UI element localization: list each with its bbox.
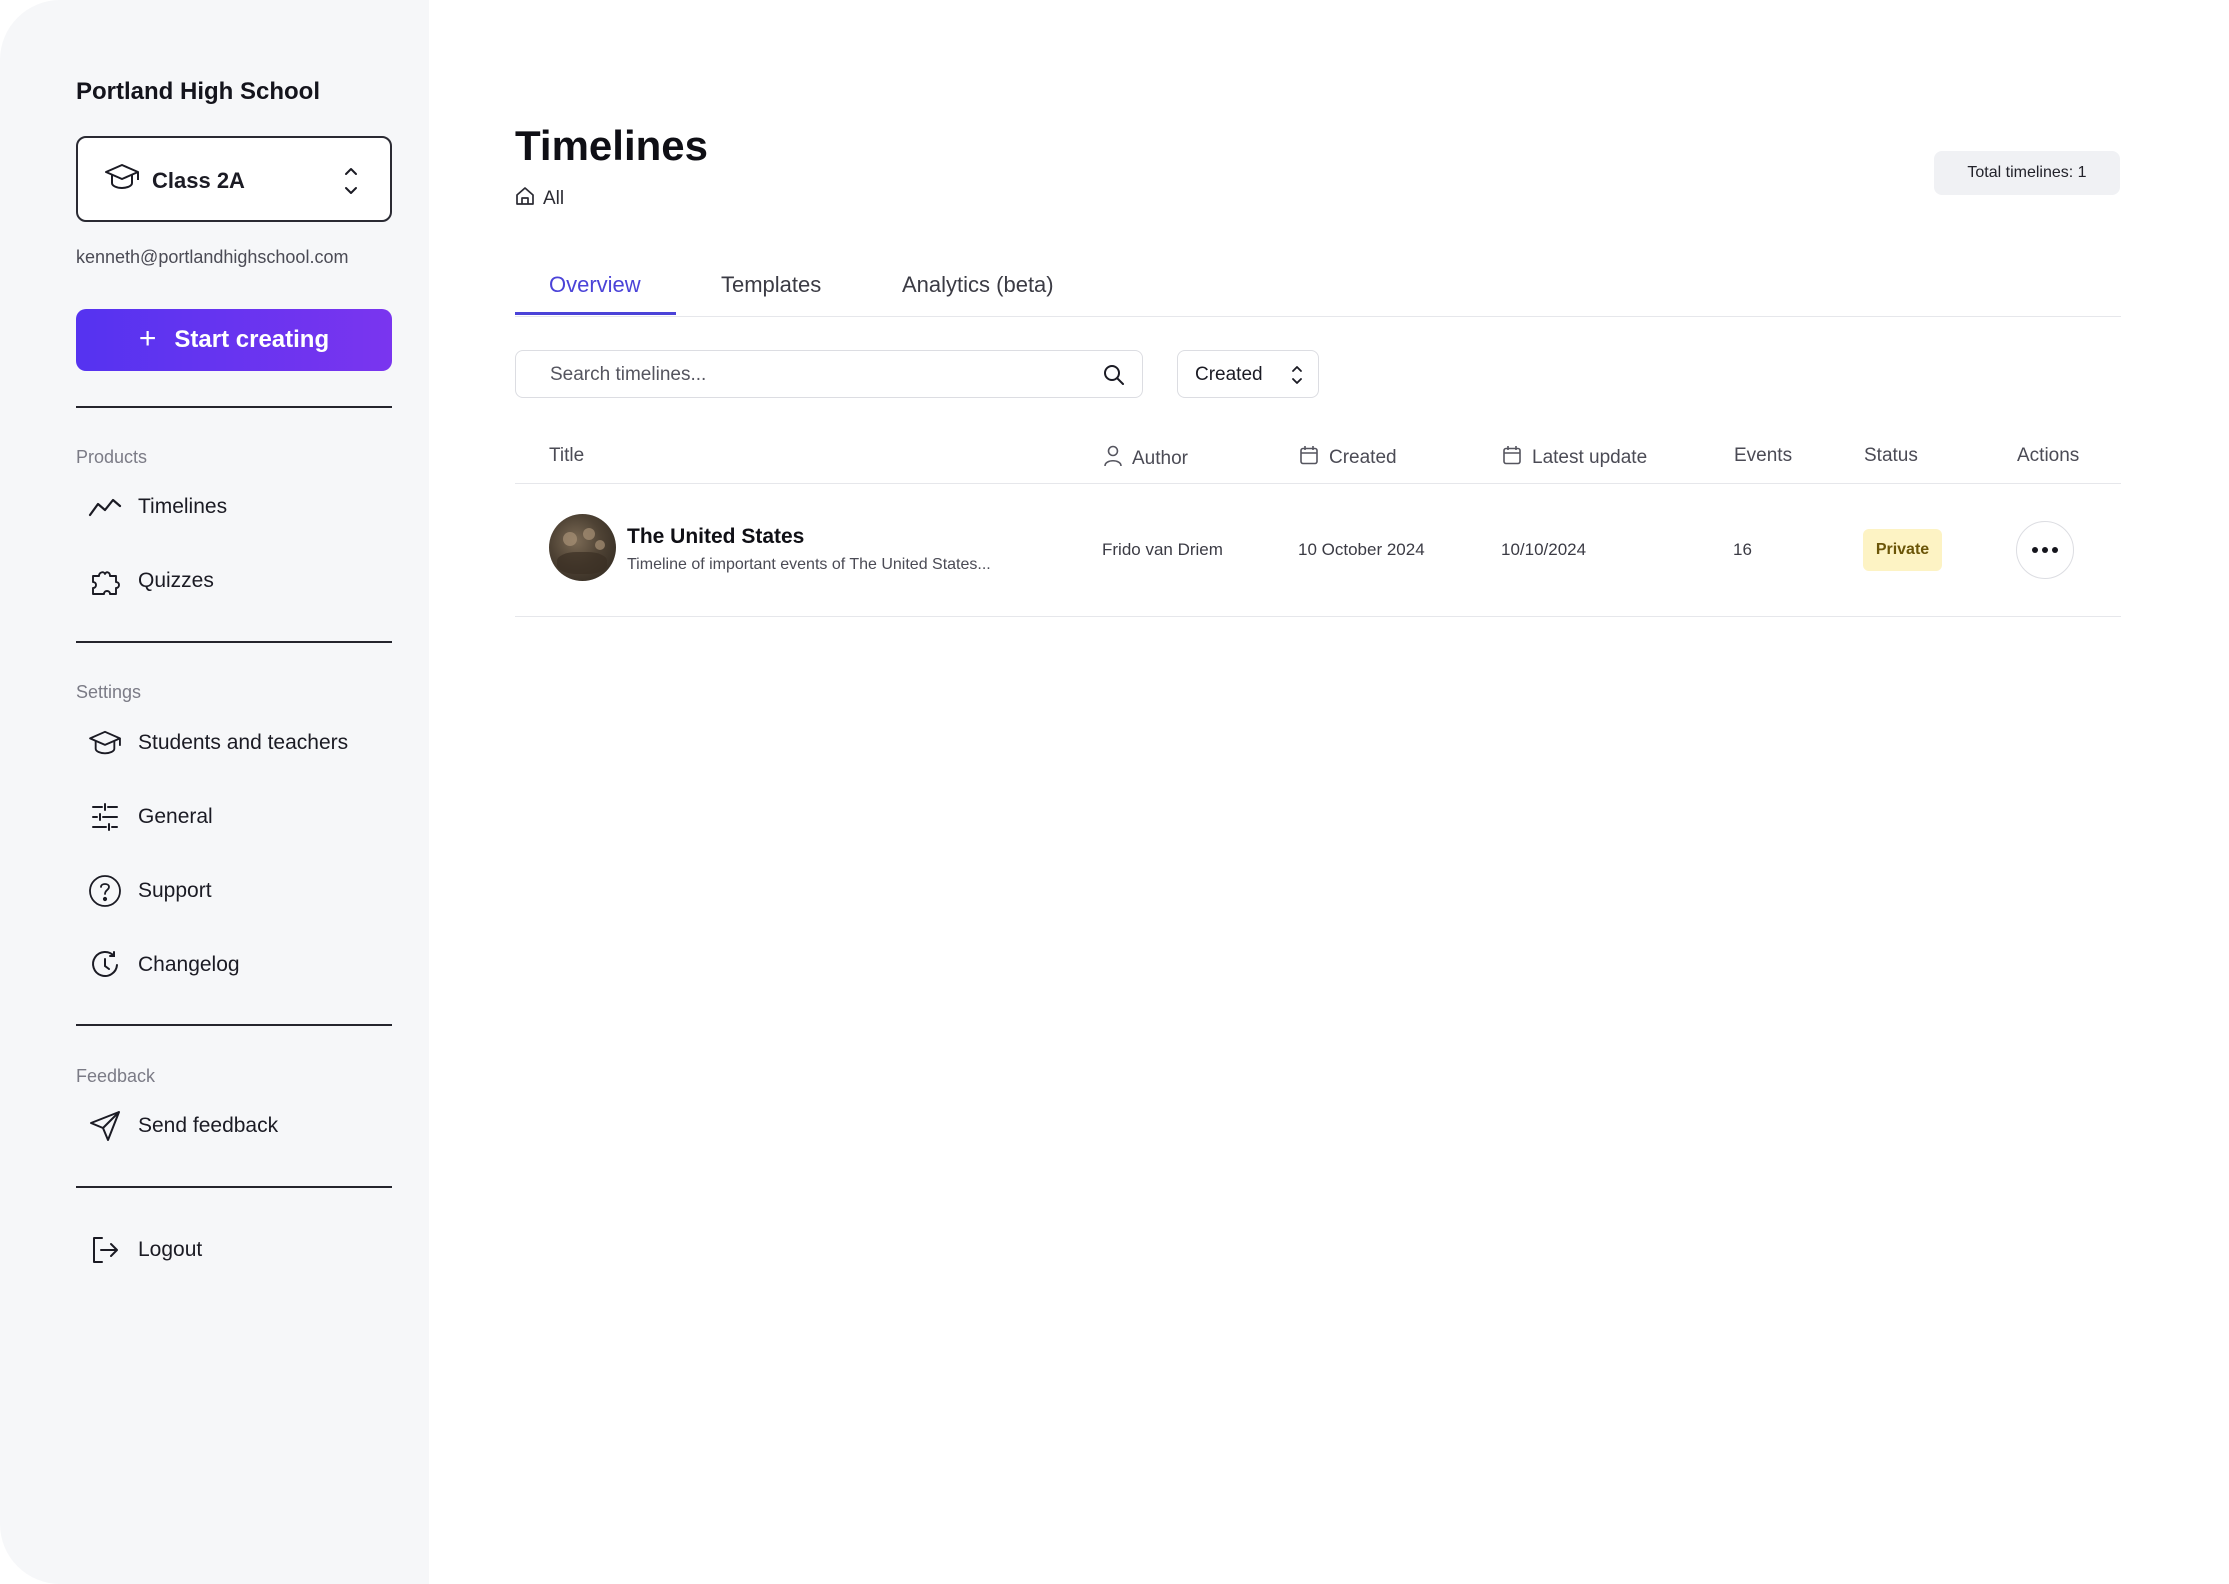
- sidebar-item-quizzes[interactable]: Quizzes: [88, 561, 214, 601]
- sidebar: Portland High School Class 2A kenneth@po…: [0, 0, 429, 1584]
- help-circle-icon: [88, 874, 122, 908]
- home-icon: [515, 186, 535, 212]
- active-tab-indicator: [515, 312, 676, 315]
- puzzle-icon: [88, 564, 122, 598]
- logout-label: Logout: [138, 1238, 203, 1261]
- column-author[interactable]: Author: [1104, 445, 1188, 473]
- user-icon: [1104, 445, 1122, 473]
- breadcrumb-label: All: [543, 188, 565, 209]
- timeline-description: Timeline of important events of The Unit…: [627, 556, 991, 573]
- tab-bar: Overview Templates Analytics (beta): [515, 262, 2121, 317]
- column-title[interactable]: Title: [549, 445, 584, 467]
- search-input[interactable]: Search timelines...: [515, 350, 1143, 398]
- more-horizontal-icon: [2032, 547, 2058, 553]
- table-header: Title Author Created Latest update Event…: [515, 438, 2121, 484]
- divider: [76, 406, 392, 408]
- sidebar-item-label: Timelines: [138, 495, 228, 518]
- page-title: Timelines: [515, 122, 708, 169]
- school-name: Portland High School: [76, 78, 320, 105]
- timeline-event-count: 16: [1733, 540, 1752, 559]
- sort-select-value: Created: [1195, 364, 1263, 385]
- sidebar-item-label: General: [138, 805, 213, 828]
- calendar-icon: [1502, 445, 1522, 471]
- send-icon: [88, 1109, 122, 1143]
- column-label: Created: [1329, 447, 1397, 468]
- timeline-updated-date: 10/10/2024: [1501, 540, 1587, 559]
- table-row[interactable]: The United States Timeline of important …: [515, 483, 2121, 617]
- sidebar-item-changelog[interactable]: Changelog: [88, 945, 240, 985]
- timeline-thumbnail: [549, 514, 616, 581]
- sidebar-item-label: Support: [138, 879, 212, 902]
- column-events[interactable]: Events: [1734, 445, 1792, 467]
- sidebar-item-students-and-teachers[interactable]: Students and teachers: [88, 723, 348, 763]
- history-icon: [88, 948, 122, 982]
- class-selector-value: Class 2A: [152, 168, 245, 193]
- plus-icon: +: [138, 321, 157, 355]
- column-created[interactable]: Created: [1299, 445, 1397, 471]
- timeline-title[interactable]: The United States: [627, 525, 804, 549]
- section-label-products: Products: [76, 447, 148, 467]
- trend-line-icon: [88, 490, 122, 524]
- more-actions-button[interactable]: [2016, 521, 2074, 579]
- chevron-up-down-icon: [342, 164, 360, 203]
- search-placeholder: Search timelines...: [550, 364, 707, 385]
- divider: [76, 641, 392, 643]
- column-label: Author: [1132, 448, 1188, 469]
- status-badge: Private: [1863, 529, 1942, 571]
- column-label: Actions: [2017, 445, 2080, 466]
- start-creating-button[interactable]: + Start creating: [76, 309, 392, 371]
- breadcrumb[interactable]: All: [515, 186, 564, 212]
- logout-button[interactable]: Logout: [88, 1230, 202, 1270]
- divider: [76, 1186, 392, 1188]
- timeline-author: Frido van Driem: [1102, 540, 1223, 559]
- column-actions: Actions: [2017, 445, 2079, 467]
- graduation-cap-icon: [104, 162, 140, 197]
- section-label-feedback: Feedback: [76, 1066, 156, 1086]
- sidebar-item-general[interactable]: General: [88, 797, 213, 837]
- column-label: Title: [549, 445, 585, 466]
- logout-icon: [88, 1233, 122, 1267]
- user-email: kenneth@portlandhighschool.com: [76, 247, 349, 267]
- tab-analytics[interactable]: Analytics (beta): [902, 272, 1054, 298]
- tab-overview[interactable]: Overview: [549, 272, 641, 298]
- sidebar-item-label: Changelog: [138, 953, 240, 976]
- timeline-created-date: 10 October 2024: [1298, 540, 1425, 559]
- sidebar-item-support[interactable]: Support: [88, 871, 212, 911]
- column-label: Events: [1734, 445, 1793, 466]
- sidebar-item-label: Quizzes: [138, 569, 214, 592]
- start-creating-label: Start creating: [174, 326, 330, 353]
- chevron-up-down-icon: [1290, 363, 1304, 392]
- column-label: Latest update: [1532, 447, 1648, 468]
- sidebar-item-label: Students and teachers: [138, 731, 349, 754]
- app-window: Portland High School Class 2A kenneth@po…: [0, 0, 2229, 1584]
- sort-select[interactable]: Created: [1177, 350, 1319, 398]
- class-selector[interactable]: Class 2A: [76, 136, 392, 222]
- sidebar-item-timelines[interactable]: Timelines: [88, 487, 227, 527]
- column-latest-update[interactable]: Latest update: [1502, 445, 1647, 471]
- total-count-badge: Total timelines: 1: [1934, 151, 2120, 195]
- sidebar-item-send-feedback[interactable]: Send feedback: [88, 1106, 278, 1146]
- section-label-settings: Settings: [76, 682, 142, 702]
- column-label: Status: [1864, 445, 1918, 466]
- sidebar-item-label: Send feedback: [138, 1114, 279, 1137]
- divider: [76, 1024, 392, 1026]
- column-status[interactable]: Status: [1864, 445, 1918, 467]
- graduation-cap-icon: [88, 726, 122, 760]
- calendar-icon: [1299, 445, 1319, 471]
- sliders-icon: [88, 800, 122, 834]
- search-icon[interactable]: [1102, 363, 1126, 392]
- tab-templates[interactable]: Templates: [721, 272, 821, 298]
